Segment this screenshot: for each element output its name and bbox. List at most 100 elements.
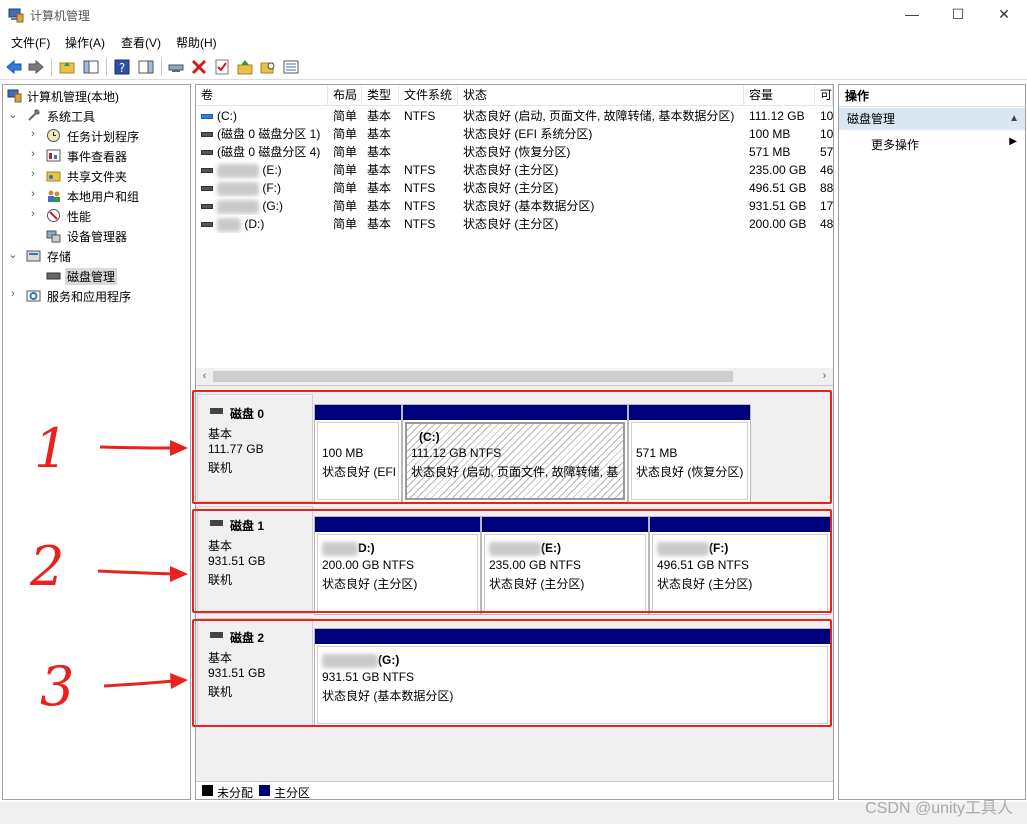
column-layout[interactable]: 布局 [328,85,362,106]
toolbar: ? [0,54,1027,80]
chevron-down-icon[interactable]: ⌄ [7,248,19,261]
minimize-button[interactable]: — [889,0,935,30]
column-volume[interactable]: 卷 [196,85,328,106]
properties-pane-icon[interactable] [137,58,155,76]
show-hide-tree-icon[interactable] [82,58,100,76]
legend-unallocated: 未分配 [217,786,254,800]
volume-row[interactable]: (D:) 简单 基本 NTFS 状态良好 (主分区) 200.00 GB 48 [196,215,833,233]
delete-icon[interactable] [190,58,208,76]
up-folder-icon[interactable] [58,58,76,76]
volume-row[interactable]: (C:) 简单 基本 NTFS 状态良好 (启动, 页面文件, 故障转储, 基本… [196,107,833,125]
shared-folder-icon [46,171,61,182]
volume-capacity: 235.00 GB [749,163,807,177]
connect-icon[interactable] [167,58,185,76]
redacted-label [217,217,241,232]
volume-free: 10 [820,109,833,123]
help-icon[interactable]: ? [113,58,131,76]
column-filesystem[interactable]: 文件系统 [399,85,458,106]
scroll-left-icon[interactable]: ‹ [196,368,213,385]
volume-type: 基本 [367,127,392,141]
actions-header: 操作 [839,85,1025,107]
title-bar: 计算机管理 — ☐ ✕ [0,0,1027,30]
back-icon[interactable] [5,58,23,76]
column-status[interactable]: 状态 [458,85,744,106]
chevron-right-icon[interactable]: › [27,128,39,140]
volume-free: 88 [820,181,833,195]
legend: 未分配 主分区 [196,781,833,800]
chevron-right-icon[interactable]: › [27,148,39,160]
volume-row[interactable]: (G:) 简单 基本 NTFS 状态良好 (基本数据分区) 931.51 GB … [196,197,833,215]
chevron-right-icon[interactable]: › [27,188,39,200]
chevron-right-icon[interactable]: › [7,288,19,300]
volume-type: 基本 [367,145,392,159]
maximize-button[interactable]: ☐ [935,0,981,30]
horizontal-scrollbar[interactable]: ‹ › [196,368,833,385]
volume-name: (C:) [217,109,237,123]
computer-management-icon [8,8,24,23]
performance-icon [47,209,60,222]
event-viewer-icon [46,149,61,162]
menu-file[interactable]: 文件(F) [11,34,50,51]
volume-name: (F:) [262,181,281,195]
tree-label-storage: 存储 [47,250,72,264]
chevron-down-icon[interactable]: ⌄ [7,108,19,121]
volume-name: (G:) [262,199,284,213]
tools-icon [28,109,40,121]
legend-primary: 主分区 [274,786,311,800]
actions-pane: 操作 磁盘管理 ▲ 更多操作 ▶ [838,84,1026,800]
toolbar-separator [51,58,52,76]
menu-view[interactable]: 查看(V) [121,34,161,51]
volume-fs [399,143,458,161]
actions-section-disk-management[interactable]: 磁盘管理 ▲ [839,108,1025,130]
menu-help[interactable]: 帮助(H) [176,34,217,51]
computer-management-icon [7,89,22,103]
chevron-right-icon[interactable]: › [27,208,39,220]
toolbar-separator [106,58,107,76]
volume-layout: 简单 [333,109,358,123]
annotation-number-1: 1 [34,417,69,480]
highlight-box-disk-0 [192,390,832,504]
forward-icon[interactable] [27,58,45,76]
volume-layout: 简单 [333,217,358,231]
tree-label-shared-folders: 共享文件夹 [67,170,128,184]
check-disk-icon[interactable] [213,58,231,76]
drive-icon [201,168,213,174]
column-capacity[interactable]: 容量 [744,85,815,106]
more-actions-item[interactable]: 更多操作 [871,136,919,153]
chevron-up-icon[interactable]: ▲ [1009,108,1019,130]
column-free[interactable]: 可 [815,85,833,106]
volume-type: 基本 [367,109,392,123]
tree-label-device-manager: 设备管理器 [67,230,128,244]
chevron-right-icon[interactable]: › [27,168,39,180]
volume-row[interactable]: (磁盘 0 磁盘分区 4) 简单 基本 状态良好 (恢复分区) 571 MB 5… [196,143,833,161]
volume-row[interactable]: (F:) 简单 基本 NTFS 状态良好 (主分区) 496.51 GB 88 [196,179,833,197]
list-view-icon[interactable] [282,58,300,76]
scrollbar-thumb[interactable] [213,371,733,382]
volume-capacity: 100 MB [749,127,791,141]
volume-free: 48 [820,217,833,231]
drive-icon [201,222,213,228]
redacted-label [217,181,259,196]
volume-fs: NTFS [404,163,436,177]
tree-label-system-tools: 系统工具 [47,110,96,124]
volume-name: (D:) [244,217,265,231]
upload-icon[interactable] [236,58,254,76]
volume-row[interactable]: (E:) 简单 基本 NTFS 状态良好 (主分区) 235.00 GB 46 [196,161,833,179]
volume-status: 状态良好 (基本数据分区) [463,199,595,213]
close-button[interactable]: ✕ [981,0,1027,30]
storage-icon [26,250,41,262]
volume-fs: NTFS [404,181,436,195]
redacted-label [217,199,259,214]
scroll-right-icon[interactable]: › [816,368,833,385]
volume-capacity: 931.51 GB [749,199,807,213]
services-icon [26,290,41,302]
volume-capacity: 571 MB [749,145,791,159]
menu-action[interactable]: 操作(A) [65,34,105,51]
drive-icon [201,150,213,156]
column-type[interactable]: 类型 [362,85,399,106]
disk-icon [46,272,61,280]
legend-swatch-primary [259,785,270,796]
search-folder-icon[interactable] [259,58,277,76]
volume-row[interactable]: (磁盘 0 磁盘分区 1) 简单 基本 状态良好 (EFI 系统分区) 100 … [196,125,833,143]
volume-free: 17 [820,199,833,213]
